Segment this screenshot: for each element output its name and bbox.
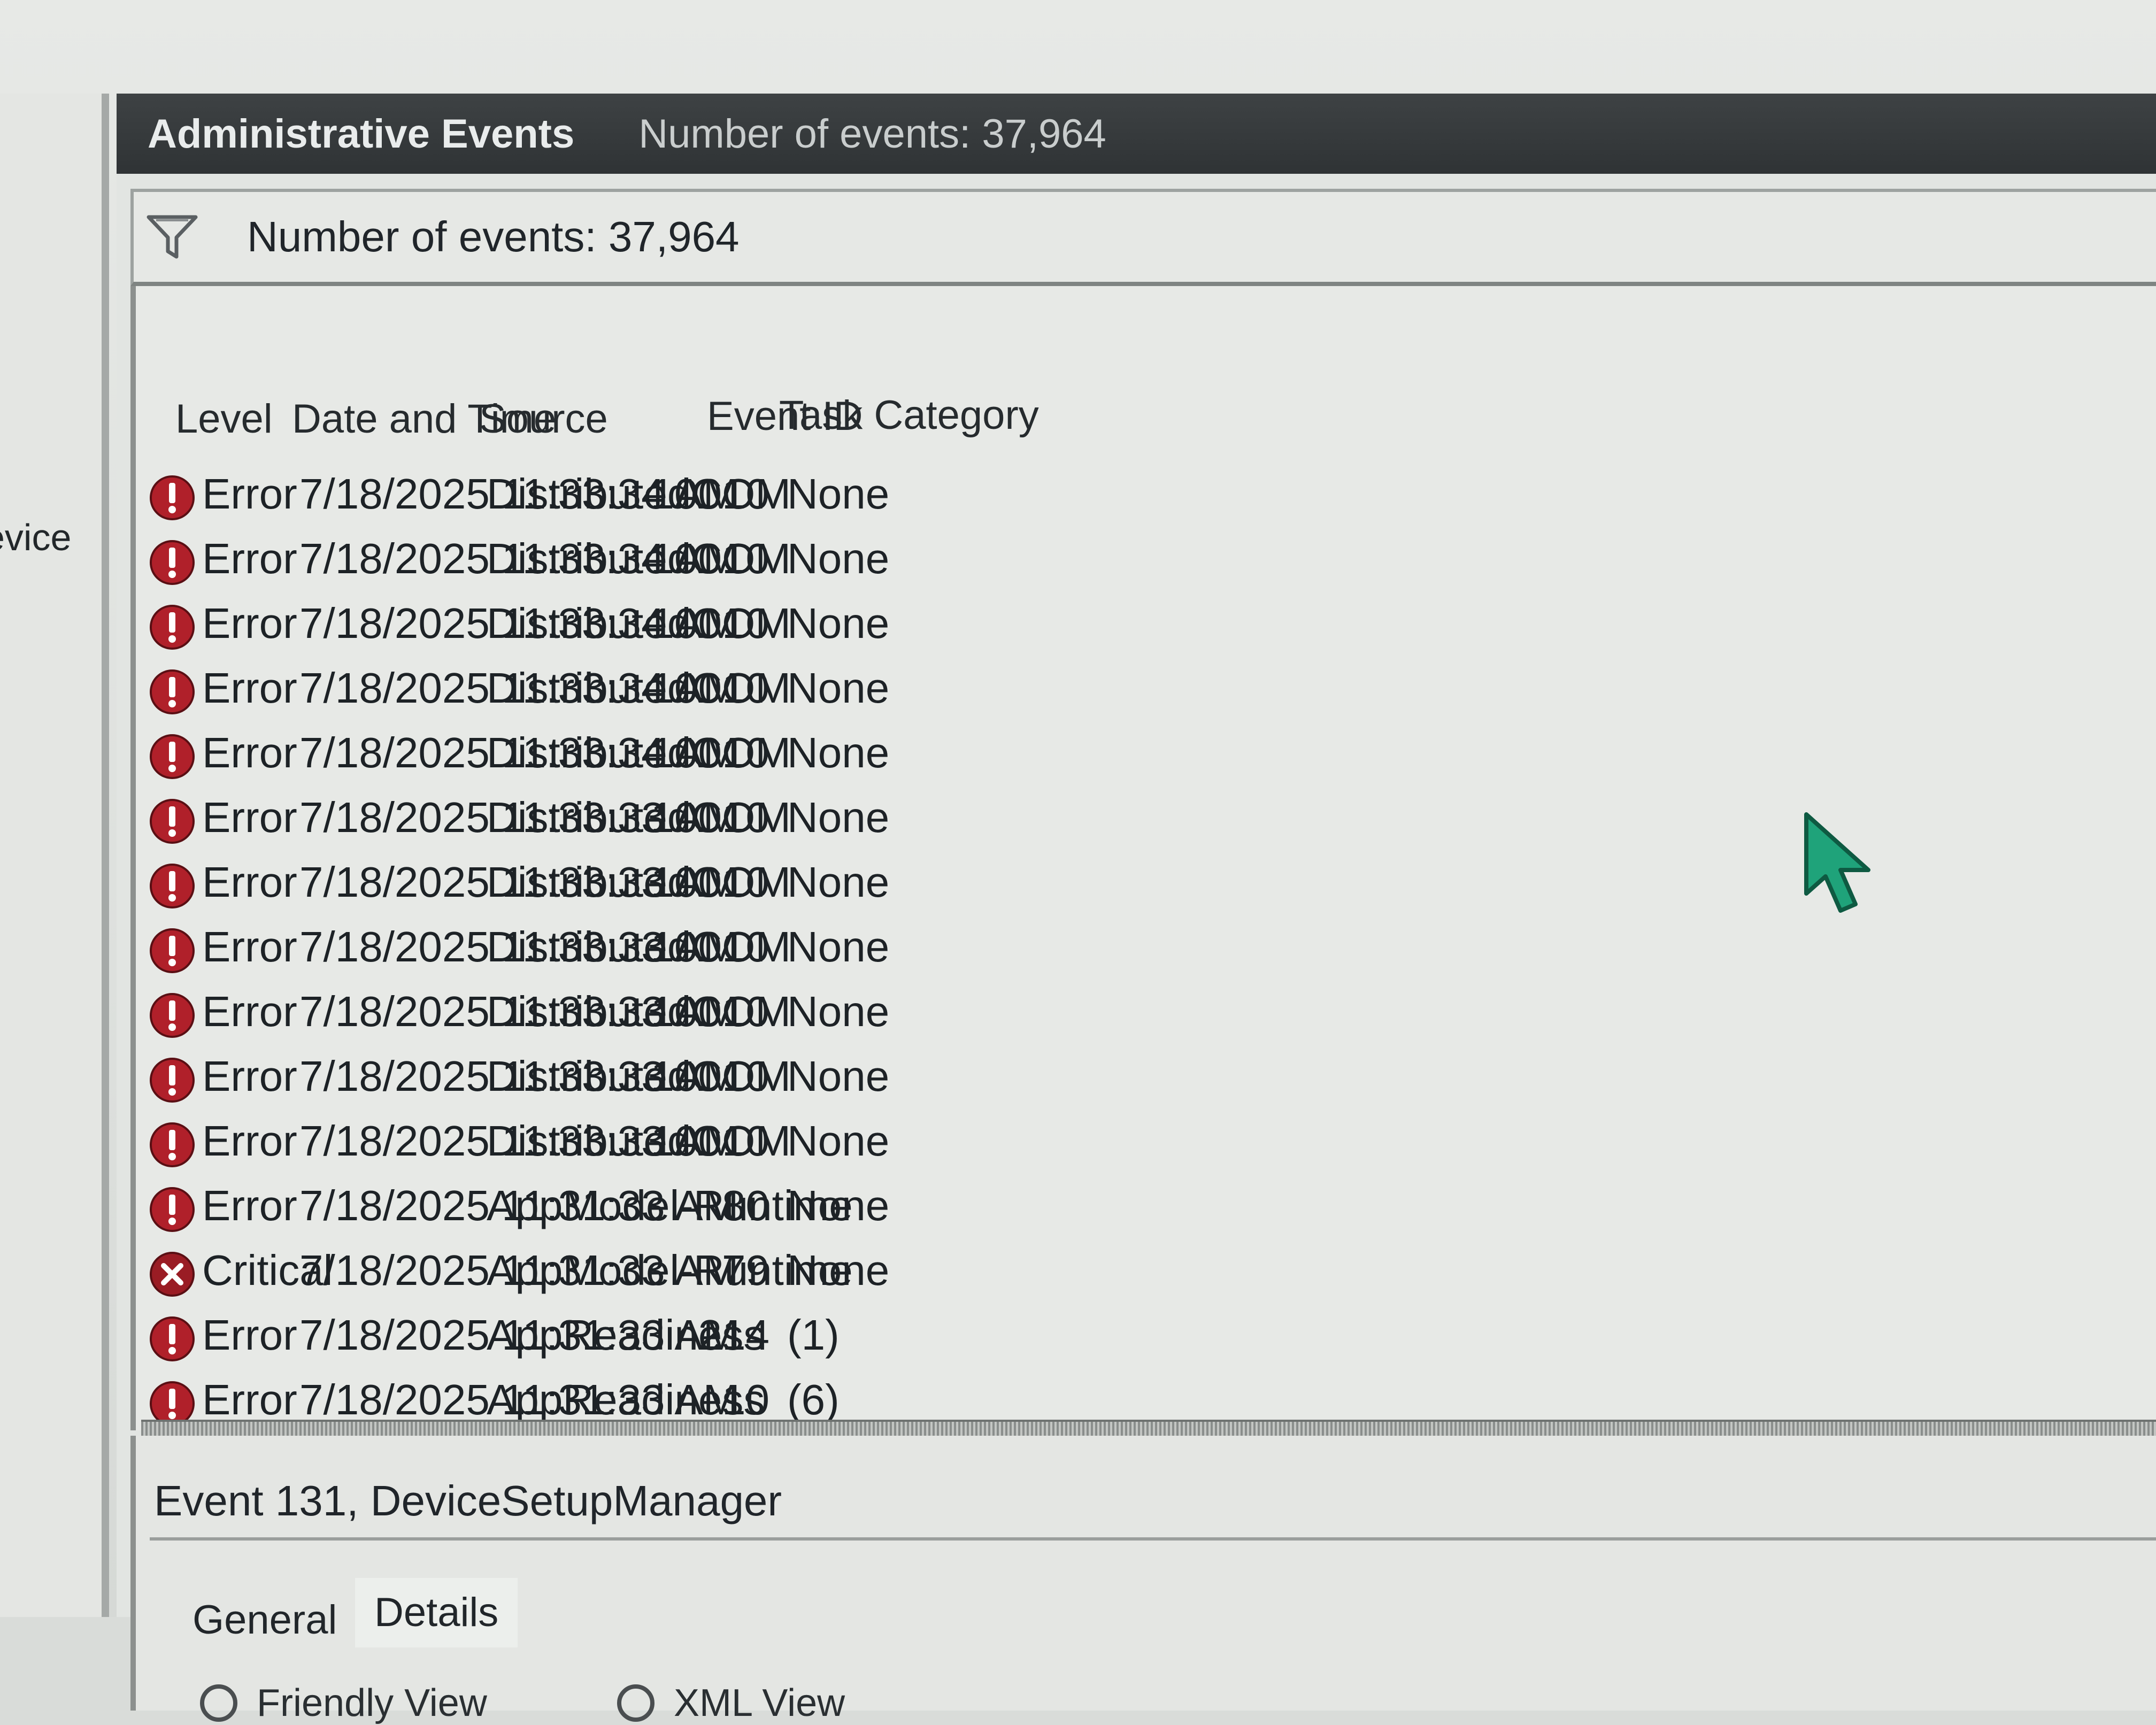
table-row[interactable]: Error 7/18/2025 11:33:33 AM DistributedCOM… [136,980,2156,1043]
table-row[interactable]: Error 7/18/2025 11:33:34 AM DistributedCOM… [136,592,2156,655]
table-row[interactable]: Error 7/18/2025 11:33:34 AM DistributedCOM… [136,721,2156,784]
column-header-source[interactable]: Source [479,396,608,442]
cell-task-category: None [787,1052,890,1100]
cell-task-category: None [787,470,890,518]
cell-event-id: 10010 [650,1052,769,1100]
cell-task-category: None [787,1246,890,1294]
splitter-handle[interactable] [141,1420,2156,1437]
cell-event-id: 10010 [650,664,769,712]
xml-view-option[interactable]: XML View [617,1682,845,1724]
xml-view-label: XML View [674,1682,845,1724]
cell-event-id: 10010 [650,470,769,518]
cell-task-category: None [787,794,890,841]
table-row[interactable]: Error 7/18/2025 11:33:34 AM DistributedCOM… [136,527,2156,590]
cell-task-category: None [787,664,890,712]
cell-task-category: None [787,923,890,971]
table-row[interactable]: Error 7/18/2025 11:33:33 AM DistributedCOM… [136,1045,2156,1108]
title-event-count: Number of events: 37,964 [638,111,1106,157]
cell-task-category: None [787,1182,890,1229]
table-row[interactable]: Error 7/18/2025 11:33:33 AM DistributedCOM… [136,915,2156,979]
cell-task-category: None [787,988,890,1035]
event-detail-title: Event 131, DeviceSetupManager [154,1477,782,1524]
cell-event-id: 214 [698,1311,769,1359]
cell-task-category: None [787,858,890,906]
friendly-view-radio[interactable] [200,1684,237,1722]
cell-event-id: 10010 [650,923,769,971]
filter-event-count: Number of events: 37,964 [247,213,740,260]
table-row[interactable]: Error 7/18/2025 11:33:34 AM DistributedCOM… [136,463,2156,526]
cell-task-category: None [787,1117,890,1165]
friendly-view-option[interactable]: Friendly View [200,1682,487,1724]
tab-general[interactable]: General [173,1585,356,1655]
tree-item-device[interactable]: evice [0,516,71,559]
event-detail-pane: Event 131, DeviceSetupManager General De… [130,1436,2156,1724]
cell-task-category: None [787,599,890,647]
friendly-view-label: Friendly View [257,1682,487,1724]
filter-funnel-icon[interactable] [145,213,199,261]
cell-event-id: 10010 [650,599,769,647]
cell-task-category: None [787,535,890,582]
view-title: Administrative Events [148,111,575,157]
table-row[interactable]: Critical 7/18/2025 11:31:33 AM AppModel-Ru… [136,1239,2156,1302]
table-row[interactable]: Error 7/18/2025 11:33:34 AM DistributedCOM… [136,657,2156,720]
table-row[interactable]: Error 7/18/2025 11:33:33 AM DistributedCOM… [136,1110,2156,1173]
tab-details[interactable]: Details [355,1578,518,1647]
console-tree-pane[interactable]: evice [0,94,109,1617]
cell-event-id: 10010 [650,794,769,841]
cell-event-id: 79 [722,1246,769,1294]
detail-divider [150,1537,2156,1541]
cell-task-category: (1) [787,1311,840,1359]
cell-event-id: 10010 [650,988,769,1035]
xml-view-radio[interactable] [617,1684,654,1722]
column-header-task-category[interactable]: Task Category [779,392,1039,438]
filter-bar: Number of events: 37,964 [130,189,2156,286]
table-row[interactable]: Error 7/18/2025 11:31:33 AM AppReadiness 21… [136,1304,2156,1367]
event-viewer-window: evice Administrative Events Number of ev… [0,0,2156,1724]
cell-event-id: 10010 [650,535,769,582]
mouse-cursor-icon [1804,812,1870,913]
table-row[interactable]: Error 7/18/2025 11:31:33 AM AppModel-Runti… [136,1174,2156,1237]
cell-event-id: 10010 [650,858,769,906]
panel-title-bar: Administrative Events Number of events: … [117,94,2156,174]
column-header-level[interactable]: Level [175,396,273,442]
cell-event-id: 10010 [650,1117,769,1165]
cell-event-id: 80 [722,1182,769,1229]
cell-task-category: None [787,729,890,776]
cell-event-id: 10010 [650,729,769,776]
